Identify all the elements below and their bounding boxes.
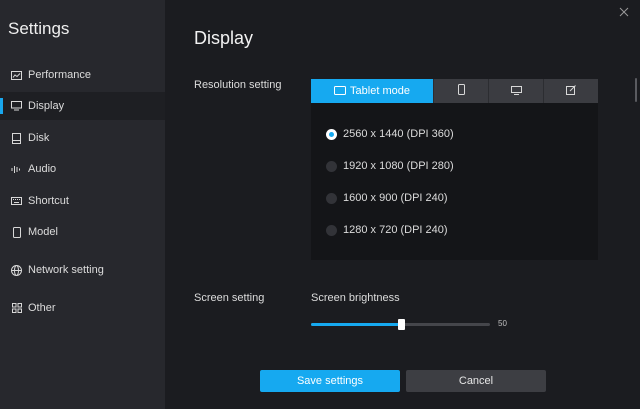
radio-label: 1920 x 1080 (DPI 280) bbox=[343, 160, 454, 172]
slider-thumb[interactable] bbox=[397, 319, 405, 330]
radio-button[interactable] bbox=[326, 160, 337, 172]
resolution-options-panel: 2560 x 1440 (DPI 360) 1920 x 1080 (DPI 2… bbox=[311, 103, 598, 260]
brightness-value: 50 bbox=[498, 319, 507, 328]
disk-icon bbox=[11, 132, 22, 144]
sidebar-item-label: Network setting bbox=[28, 264, 104, 276]
performance-icon bbox=[11, 70, 22, 81]
radio-button[interactable] bbox=[326, 192, 337, 204]
sidebar-item-model[interactable]: Model bbox=[0, 218, 165, 246]
sidebar-item-performance[interactable]: Performance bbox=[0, 61, 165, 89]
brightness-slider[interactable] bbox=[311, 319, 490, 330]
resolution-option-1600x900[interactable]: 1600 x 900 (DPI 240) bbox=[326, 190, 448, 206]
sidebar-item-disk[interactable]: Disk bbox=[0, 124, 165, 152]
tab-tablet-mode[interactable]: Tablet mode bbox=[311, 79, 433, 103]
sidebar-item-label: Shortcut bbox=[28, 195, 69, 207]
resolution-tabs: Tablet mode bbox=[311, 79, 598, 103]
tab-monitor-mode[interactable] bbox=[488, 79, 543, 103]
screen-brightness-label: Screen brightness bbox=[311, 292, 400, 304]
sidebar-item-audio[interactable]: Audio bbox=[0, 155, 165, 183]
audio-icon bbox=[11, 164, 22, 175]
sidebar-item-display[interactable]: Display bbox=[0, 92, 165, 120]
resolution-setting-label: Resolution setting bbox=[194, 79, 282, 91]
tab-custom-mode[interactable] bbox=[543, 79, 598, 103]
sidebar-item-label: Audio bbox=[28, 163, 57, 175]
slider-fill bbox=[311, 323, 401, 326]
tablet-icon bbox=[334, 82, 347, 100]
resolution-option-1920x1080[interactable]: 1920 x 1080 (DPI 280) bbox=[326, 158, 454, 174]
scrollbar[interactable] bbox=[635, 78, 637, 102]
sidebar-item-shortcut[interactable]: Shortcut bbox=[0, 187, 165, 215]
resolution-option-1280x720[interactable]: 1280 x 720 (DPI 240) bbox=[326, 222, 448, 238]
sidebar-item-network-setting[interactable]: Network setting bbox=[0, 256, 165, 284]
phone-icon bbox=[11, 226, 22, 238]
close-icon[interactable] bbox=[618, 5, 630, 17]
app-title: Settings bbox=[8, 19, 70, 38]
sidebar-item-label: Other bbox=[28, 302, 56, 314]
radio-button[interactable] bbox=[326, 224, 337, 236]
edit-icon bbox=[566, 82, 576, 100]
keyboard-icon bbox=[11, 196, 22, 207]
sidebar-item-label: Display bbox=[28, 100, 65, 112]
display-icon bbox=[11, 101, 22, 112]
active-indicator bbox=[0, 98, 3, 114]
radio-label: 1280 x 720 (DPI 240) bbox=[343, 224, 448, 236]
save-settings-button[interactable]: Save settings bbox=[260, 370, 400, 392]
radio-button[interactable] bbox=[326, 128, 337, 140]
resolution-option-2560x1440[interactable]: 2560 x 1440 (DPI 360) bbox=[326, 126, 454, 142]
page-title: Display bbox=[194, 28, 254, 48]
grid-icon bbox=[11, 303, 22, 314]
sidebar-item-other[interactable]: Other bbox=[0, 294, 165, 322]
radio-label: 2560 x 1440 (DPI 360) bbox=[343, 128, 454, 140]
tab-label: Tablet mode bbox=[350, 85, 410, 97]
tab-phone-mode[interactable] bbox=[433, 79, 488, 103]
sidebar: Settings Performance Display Disk Audio … bbox=[0, 0, 165, 409]
sidebar-item-label: Model bbox=[28, 226, 58, 238]
monitor-icon bbox=[510, 82, 522, 100]
sidebar-item-label: Disk bbox=[28, 132, 50, 144]
phone-icon bbox=[457, 82, 465, 100]
sidebar-item-label: Performance bbox=[28, 69, 91, 81]
globe-icon bbox=[11, 264, 22, 276]
cancel-button[interactable]: Cancel bbox=[406, 370, 546, 392]
radio-label: 1600 x 900 (DPI 240) bbox=[343, 192, 448, 204]
screen-setting-label: Screen setting bbox=[194, 292, 265, 304]
